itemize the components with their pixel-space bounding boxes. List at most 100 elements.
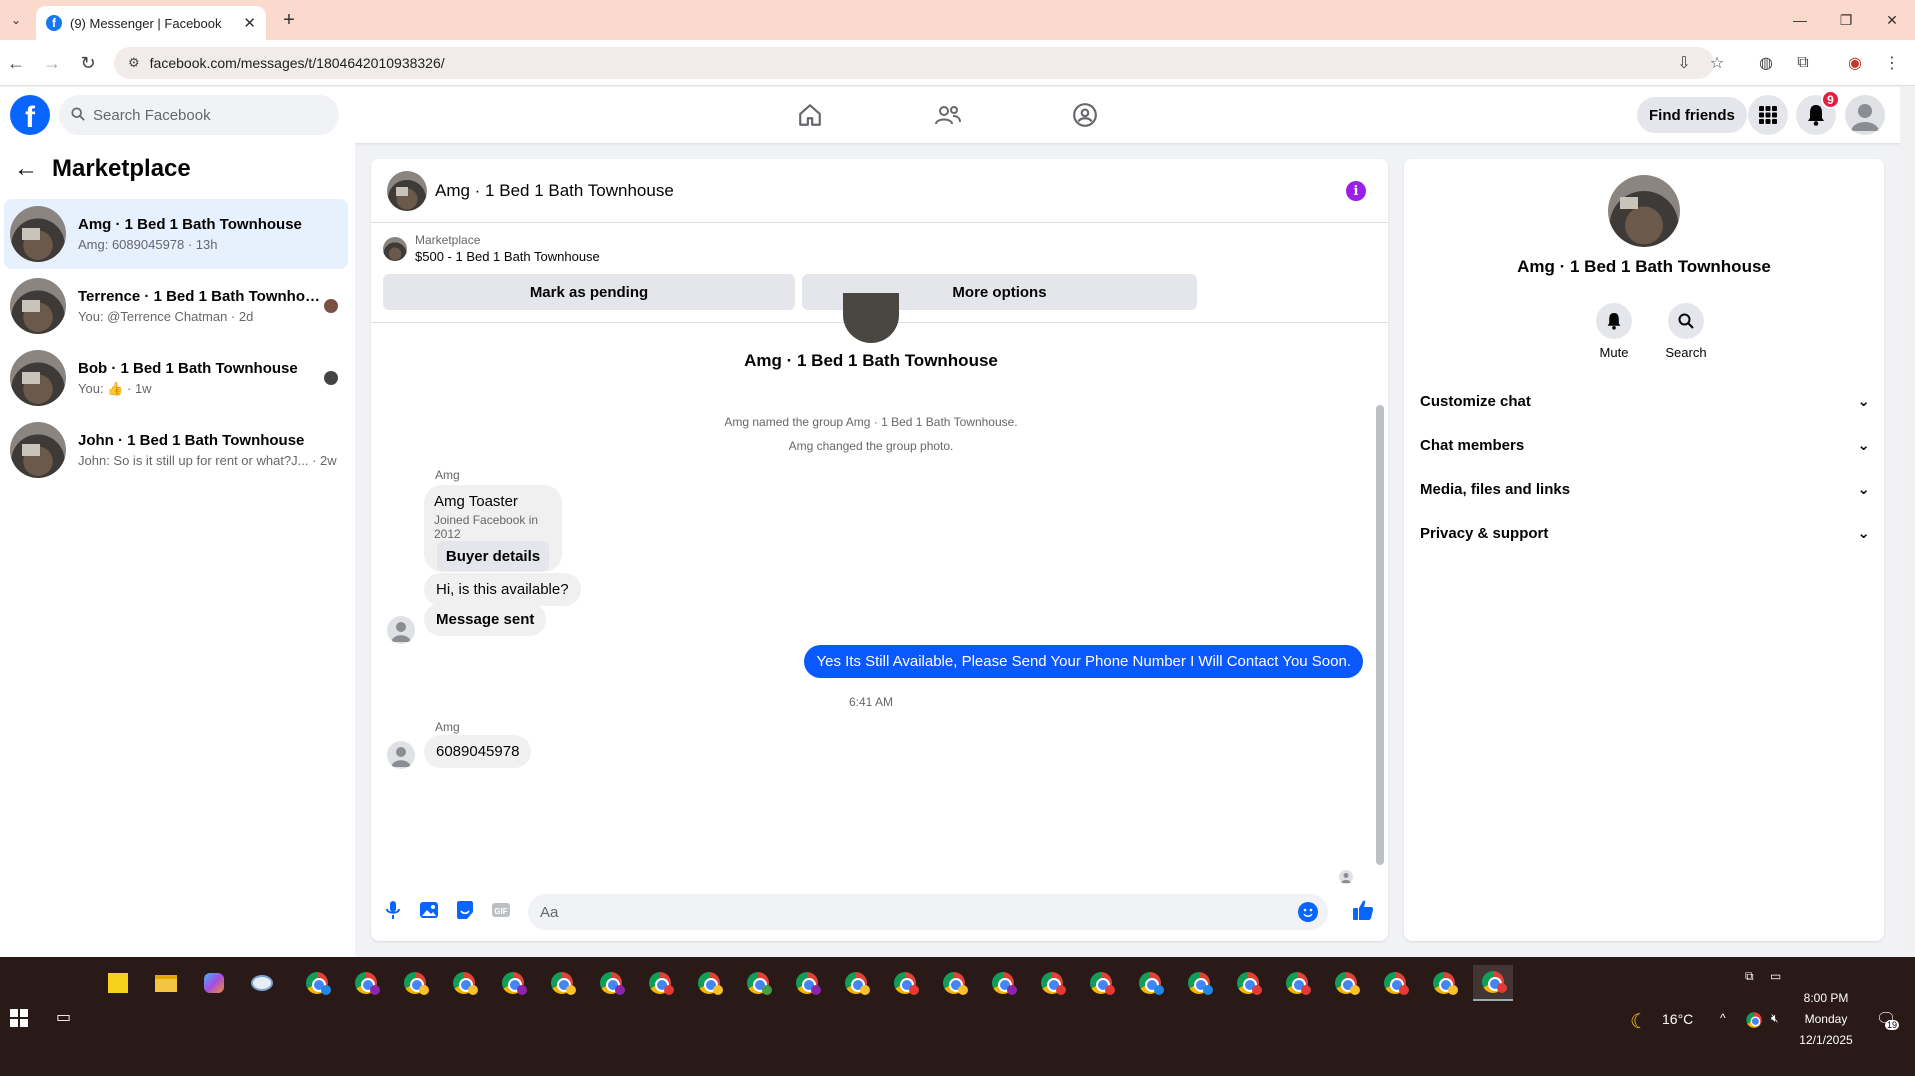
group-photo[interactable]: [1608, 175, 1680, 247]
chrome-window-icon[interactable]: [1326, 965, 1366, 1001]
message-bubble[interactable]: 6089045978: [424, 735, 532, 768]
chrome-window-icon[interactable]: [1473, 965, 1513, 1001]
clock-date[interactable]: 12/1/2025: [1796, 1033, 1856, 1047]
find-friends-button[interactable]: Find friends: [1637, 97, 1747, 133]
browser-menu-icon[interactable]: ⋮: [1880, 51, 1904, 75]
chrome-window-icon[interactable]: [885, 965, 925, 1001]
conversation-name: Terrence · 1 Bed 1 Bath Townhouse: [78, 288, 324, 305]
conversation-item[interactable]: Terrence · 1 Bed 1 Bath Townhouse You: @…: [4, 271, 348, 341]
chrome-window-icon[interactable]: [1277, 965, 1317, 1001]
translate-icon[interactable]: ◍: [1754, 51, 1778, 75]
task-view-icon[interactable]: ▭: [56, 1007, 71, 1027]
weather-temp[interactable]: 16°C: [1662, 1011, 1693, 1027]
install-app-icon[interactable]: ⇩: [1672, 51, 1696, 75]
chrome-window-icon[interactable]: [297, 965, 337, 1001]
buyer-details-button[interactable]: Buyer details: [437, 541, 549, 571]
chrome-window-icon[interactable]: [934, 965, 974, 1001]
sticky-notes-icon[interactable]: [98, 965, 138, 1001]
search-in-chat-button[interactable]: Search: [1656, 303, 1716, 360]
close-tab-icon[interactable]: ✕: [243, 14, 256, 32]
copilot-icon[interactable]: [194, 965, 234, 1001]
new-tab-icon[interactable]: +: [277, 8, 301, 32]
profile-icon[interactable]: ◉: [1843, 51, 1867, 75]
chrome-window-icon[interactable]: [542, 965, 582, 1001]
chrome-window-icon[interactable]: [444, 965, 484, 1001]
page-scrollbar[interactable]: [1900, 87, 1915, 957]
chrome-window-icon[interactable]: [1375, 965, 1415, 1001]
chrome-window-icon[interactable]: [591, 965, 631, 1001]
bookmark-star-icon[interactable]: ☆: [1705, 51, 1729, 75]
display-icon[interactable]: ▭: [1770, 969, 1781, 983]
groups-icon[interactable]: [1069, 99, 1101, 131]
account-avatar[interactable]: [1845, 95, 1885, 135]
chrome-window-icon[interactable]: [1179, 965, 1219, 1001]
weather-moon-icon[interactable]: ☾: [1630, 1009, 1648, 1034]
chrome-window-icon[interactable]: [640, 965, 680, 1001]
menu-grid-icon[interactable]: [1748, 95, 1788, 135]
chrome-window-icon[interactable]: [1228, 965, 1268, 1001]
restore-icon[interactable]: ❐: [1823, 0, 1869, 40]
listing-summary[interactable]: Marketplace $500 - 1 Bed 1 Bath Townhous…: [383, 233, 600, 264]
chat-title[interactable]: Amg · 1 Bed 1 Bath Townhouse: [435, 181, 674, 201]
message-scrollbar[interactable]: [1372, 323, 1388, 883]
sent-message-bubble[interactable]: Yes Its Still Available, Please Send You…: [804, 645, 1363, 678]
message-input[interactable]: Aa: [528, 894, 1328, 930]
meet-now-icon[interactable]: ⧉: [1745, 969, 1754, 984]
photo-icon[interactable]: [417, 898, 441, 922]
close-window-icon[interactable]: ✕: [1869, 0, 1915, 40]
chrome-window-icon[interactable]: [1130, 965, 1170, 1001]
reload-icon[interactable]: ↻: [76, 51, 100, 75]
paint-icon[interactable]: [242, 965, 282, 1001]
chrome-window-icon[interactable]: [689, 965, 729, 1001]
sticker-icon[interactable]: [453, 898, 477, 922]
url-field[interactable]: ⚙ facebook.com/messages/t/18046420109383…: [114, 47, 1714, 79]
chrome-window-icon[interactable]: [1081, 965, 1121, 1001]
chrome-window-icon[interactable]: [738, 965, 778, 1001]
chrome-window-icon[interactable]: [983, 965, 1023, 1001]
message-bubble[interactable]: Hi, is this available?: [424, 573, 581, 606]
microphone-icon[interactable]: [381, 898, 405, 922]
chat-thumbnail[interactable]: [387, 170, 427, 211]
back-icon[interactable]: ←: [4, 51, 28, 75]
chrome-window-icon[interactable]: [1424, 965, 1464, 1001]
message-list[interactable]: Amg · 1 Bed 1 Bath Townhouse Amg named t…: [371, 293, 1388, 884]
message-bubble[interactable]: Message sent: [424, 603, 547, 636]
tab-search-icon[interactable]: ⌄: [4, 8, 28, 32]
chrome-window-icon[interactable]: [787, 965, 827, 1001]
gif-icon[interactable]: GIF: [489, 898, 513, 922]
conversation-item[interactable]: Bob · 1 Bed 1 Bath Townhouse You: 👍 · 1w: [4, 343, 348, 413]
back-arrow-icon[interactable]: ←: [14, 155, 38, 183]
forward-icon[interactable]: →: [40, 51, 64, 75]
search-input[interactable]: Search Facebook: [59, 95, 339, 135]
facebook-logo-icon[interactable]: f: [10, 95, 50, 135]
media-files-links-row[interactable]: Media, files and links ⌄: [1420, 471, 1870, 507]
chrome-window-icon[interactable]: [493, 965, 533, 1001]
conversation-item[interactable]: John · 1 Bed 1 Bath Townhouse John: So i…: [4, 415, 348, 485]
info-icon[interactable]: i: [1346, 181, 1366, 201]
chat-members-row[interactable]: Chat members ⌄: [1420, 427, 1870, 463]
volume-muted-icon[interactable]: 🔇︎: [1771, 1011, 1779, 1026]
chrome-window-icon[interactable]: [395, 965, 435, 1001]
site-info-icon[interactable]: ⚙: [128, 55, 140, 71]
clock-time[interactable]: 8:00 PM: [1801, 991, 1851, 1005]
friends-icon[interactable]: [932, 99, 964, 131]
like-thumbs-up-icon[interactable]: [1351, 898, 1375, 922]
privacy-support-row[interactable]: Privacy & support ⌄: [1420, 515, 1870, 551]
tray-chrome-icon[interactable]: [1743, 1009, 1765, 1031]
customize-chat-row[interactable]: Customize chat ⌄: [1420, 383, 1870, 419]
minimize-icon[interactable]: —: [1777, 0, 1823, 40]
chrome-window-icon[interactable]: [836, 965, 876, 1001]
file-explorer-icon[interactable]: [146, 965, 186, 1001]
windows-start-icon[interactable]: [10, 1009, 28, 1032]
conversation-item[interactable]: Amg · 1 Bed 1 Bath Townhouse Amg: 608904…: [4, 199, 348, 269]
mark-as-pending-button[interactable]: Mark as pending: [383, 274, 795, 310]
chrome-window-icon[interactable]: [346, 965, 386, 1001]
extensions-icon[interactable]: ⧉: [1791, 51, 1815, 75]
emoji-icon[interactable]: [1298, 902, 1318, 922]
tray-expand-icon[interactable]: ^: [1720, 1011, 1726, 1025]
browser-tab[interactable]: f (9) Messenger | Facebook ✕: [36, 6, 266, 40]
home-icon[interactable]: [794, 99, 826, 131]
clock-day[interactable]: Monday: [1801, 1012, 1851, 1026]
chrome-window-icon[interactable]: [1032, 965, 1072, 1001]
mute-button[interactable]: Mute: [1584, 303, 1644, 360]
